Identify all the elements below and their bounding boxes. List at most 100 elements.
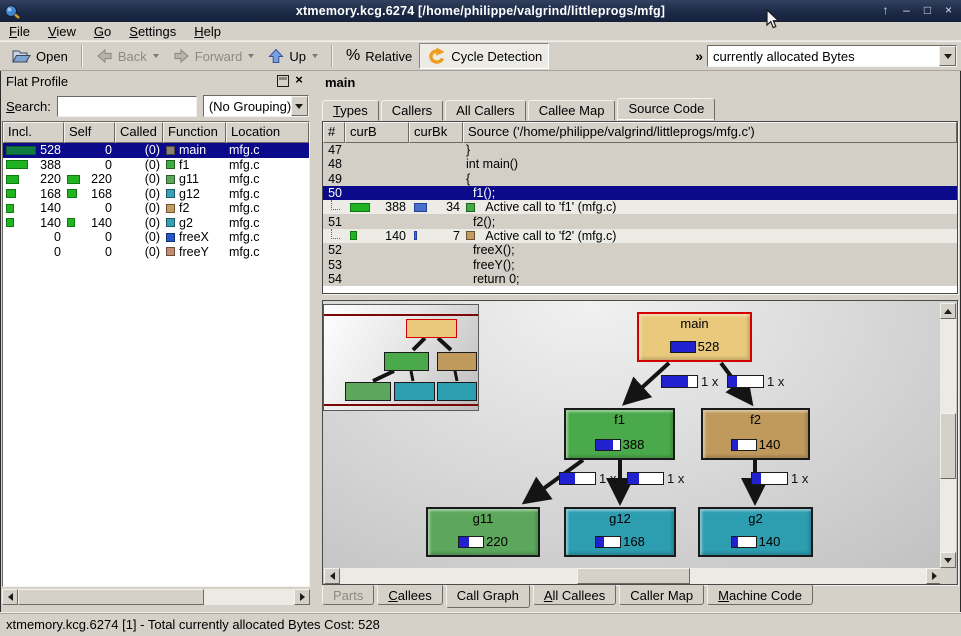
source-line[interactable]: 49{ [323, 172, 957, 186]
scroll-left-icon[interactable] [2, 589, 18, 605]
col-line-number[interactable]: # [323, 122, 345, 143]
open-button[interactable]: Open [4, 43, 75, 69]
col-self[interactable]: Self [64, 122, 115, 143]
table-row[interactable]: 140 0 (0) f2 mfg.c [3, 201, 309, 216]
dock-close-icon[interactable]: × [292, 73, 306, 87]
minimize-button[interactable]: – [898, 3, 915, 19]
overview-node-g12 [394, 382, 435, 401]
up-button[interactable]: Up [261, 43, 325, 69]
search-input[interactable] [57, 96, 197, 117]
source-line[interactable]: 54 return 0; [323, 272, 957, 286]
tab-parts[interactable]: Parts [322, 585, 374, 605]
tab-types[interactable]: Types [322, 100, 379, 121]
tab-all-callees[interactable]: All Callees [533, 585, 616, 605]
maximize-button[interactable]: □ [919, 3, 936, 19]
dock-float-icon[interactable] [277, 75, 289, 87]
toolbar-separator [81, 45, 83, 67]
source-call-line[interactable]: 140 7 Active call to 'f2' (mfg.c) [323, 229, 957, 243]
combo-arrow-icon[interactable] [291, 96, 308, 116]
table-row[interactable]: 140 140 (0) g2 mfg.c [3, 216, 309, 231]
col-source[interactable]: Source ('/home/philippe/valgrind/littlep… [463, 122, 957, 143]
col-called[interactable]: Called [115, 122, 163, 143]
forward-button[interactable]: Forward [166, 43, 262, 69]
cost-bar [458, 536, 484, 548]
col-function[interactable]: Function [163, 122, 226, 143]
menu-settings[interactable]: Settings [120, 23, 185, 40]
col-curB[interactable]: curB [345, 122, 409, 143]
tab-source-code[interactable]: Source Code [617, 98, 715, 121]
cycle-detection-button[interactable]: Cycle Detection [419, 43, 549, 69]
source-line[interactable]: 48int main() [323, 157, 957, 171]
table-row[interactable]: 168 168 (0) g12 mfg.c [3, 187, 309, 202]
function-color-icon [166, 160, 175, 169]
source-line[interactable]: 47} [323, 143, 957, 157]
scroll-up-icon[interactable] [940, 303, 956, 319]
grouping-select[interactable]: (No Grouping) [203, 95, 309, 117]
titlebar[interactable]: xtmemory.kcg.6274 [/home/philippe/valgri… [0, 0, 961, 22]
table-row[interactable]: 0 0 (0) freeX mfg.c [3, 230, 309, 245]
tab-callee-map[interactable]: Callee Map [528, 100, 616, 121]
graph-vertical-scrollbar[interactable] [940, 303, 956, 568]
menubar: File View Go Settings Help [0, 22, 961, 41]
scroll-left-icon[interactable] [324, 568, 340, 584]
col-incl[interactable]: Incl. [3, 122, 64, 143]
up-dropdown-icon[interactable] [312, 54, 318, 58]
status-text: xtmemory.kcg.6274 [1] - Total currently … [6, 617, 380, 632]
forward-arrow-icon [173, 48, 190, 64]
menu-view[interactable]: View [39, 23, 85, 40]
overview-node-f1 [384, 352, 429, 371]
menu-help[interactable]: Help [185, 23, 230, 40]
back-dropdown-icon[interactable] [153, 54, 159, 58]
dock-horizontal-scrollbar[interactable] [2, 589, 310, 605]
forward-dropdown-icon[interactable] [248, 54, 254, 58]
table-row[interactable]: 528 0 (0) main mfg.c [3, 143, 309, 158]
cost-bar [670, 341, 696, 353]
source-line[interactable]: 53 freeY(); [323, 257, 957, 271]
scroll-right-icon[interactable] [294, 589, 310, 605]
source-call-line[interactable]: 388 34 Active call to 'f1' (mfg.c) [323, 200, 957, 214]
close-button[interactable]: × [940, 3, 957, 19]
graph-node-g12[interactable]: g12 168 [564, 507, 676, 557]
source-line[interactable]: 51 f2(); [323, 214, 957, 228]
col-location[interactable]: Location [226, 122, 309, 143]
detail-tabbar: Types Callers All Callers Callee Map Sou… [322, 98, 717, 121]
col-curBk[interactable]: curBk [409, 122, 463, 143]
table-row[interactable]: 388 0 (0) f1 mfg.c [3, 158, 309, 173]
toolbar-overflow-chevron[interactable]: » [695, 48, 707, 64]
combo-arrow-icon[interactable] [939, 46, 956, 66]
source-line[interactable]: 52 freeX(); [323, 243, 957, 257]
tab-call-graph[interactable]: Call Graph [446, 585, 530, 608]
tab-caller-map[interactable]: Caller Map [619, 585, 704, 605]
relative-button[interactable]: % Relative [339, 43, 419, 69]
function-color-icon [166, 218, 175, 227]
call-graph-view[interactable]: main 528 f1 388 f2 140 g11 220 g12 168 [322, 300, 958, 585]
tab-callees[interactable]: Callees [377, 585, 442, 605]
table-row[interactable]: 0 0 (0) freeY mfg.c [3, 245, 309, 260]
scrollbar-thumb[interactable] [940, 413, 956, 479]
tab-callers[interactable]: Callers [381, 100, 443, 121]
graph-horizontal-scrollbar[interactable] [324, 568, 942, 584]
flat-profile-dock: Flat Profile × Search: (No Grouping) Inc… [0, 71, 313, 612]
table-row[interactable]: 220 220 (0) g11 mfg.c [3, 172, 309, 187]
graph-node-main[interactable]: main 528 [637, 312, 752, 362]
graph-node-g11[interactable]: g11 220 [426, 507, 540, 557]
graph-overview[interactable] [323, 304, 479, 411]
scroll-down-icon[interactable] [940, 552, 956, 568]
scrollbar-thumb[interactable] [577, 568, 690, 584]
shade-button[interactable]: ↑ [877, 3, 894, 19]
menu-go[interactable]: Go [85, 23, 120, 40]
graph-node-g2[interactable]: g2 140 [698, 507, 813, 557]
function-color-icon [166, 189, 175, 198]
tab-machine-code[interactable]: Machine Code [707, 585, 813, 605]
menu-file[interactable]: File [0, 23, 39, 40]
back-button[interactable]: Back [89, 43, 166, 69]
scrollbar-thumb[interactable] [18, 589, 204, 605]
source-line-selected[interactable]: 50 f1(); [323, 186, 957, 200]
graph-node-f2[interactable]: f2 140 [701, 408, 810, 460]
dock-titlebar[interactable]: Flat Profile × [2, 72, 310, 91]
graph-node-f1[interactable]: f1 388 [564, 408, 675, 460]
flat-profile-table: Incl. Self Called Function Location 528 … [2, 121, 310, 587]
function-color-icon [466, 203, 475, 212]
event-type-select[interactable]: currently allocated Bytes [707, 45, 957, 67]
tab-all-callers[interactable]: All Callers [445, 100, 526, 121]
